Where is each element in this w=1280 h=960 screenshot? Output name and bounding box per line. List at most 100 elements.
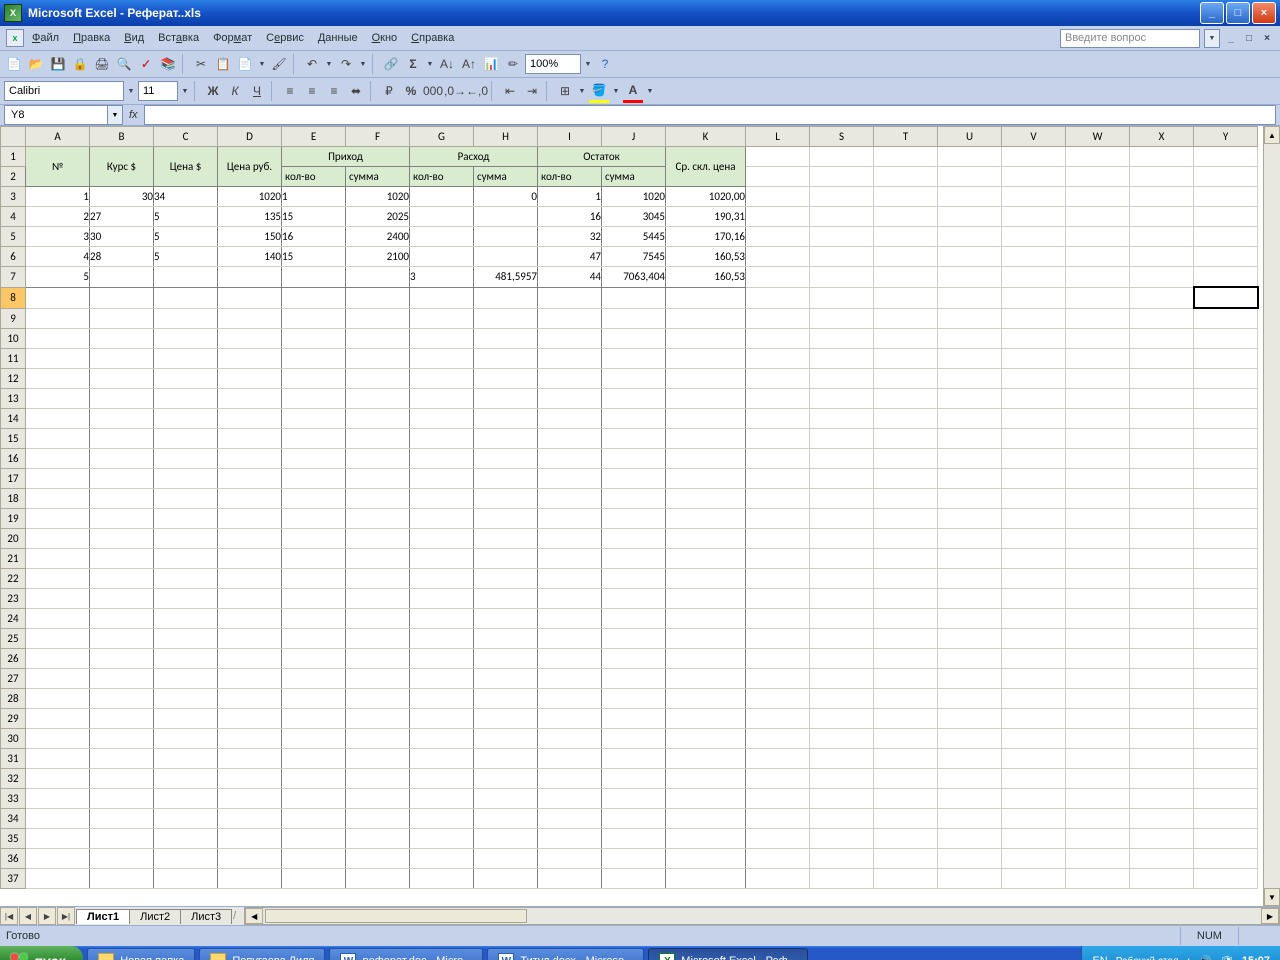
tab-nav-first[interactable]: |◀ (0, 907, 18, 925)
col-V[interactable]: V (1002, 127, 1066, 147)
cut-button[interactable]: ✂ (191, 54, 211, 74)
increase-indent-button[interactable]: ⇥ (522, 81, 542, 101)
row-5[interactable]: 5 (1, 227, 26, 247)
tray-chevron-icon[interactable]: ‹ (1187, 955, 1191, 960)
chart-wizard-button[interactable]: 📊 (481, 54, 501, 74)
menu-insert[interactable]: Вставка (158, 32, 199, 44)
zoom-box[interactable]: 100% (525, 54, 581, 74)
paste-button[interactable]: 📄 (235, 54, 255, 74)
align-right-button[interactable]: ≡ (324, 81, 344, 101)
autosum-dropdown[interactable]: ▼ (425, 61, 435, 68)
menu-data[interactable]: Данные (318, 32, 358, 44)
menu-file[interactable]: Файл (32, 32, 59, 44)
col-F[interactable]: F (346, 127, 410, 147)
hdr-r-kolvo[interactable]: кол-во (410, 167, 474, 187)
hdr-r-summa[interactable]: сумма (474, 167, 538, 187)
zoom-dropdown[interactable]: ▼ (583, 61, 593, 68)
hdr-ostatok[interactable]: Остаток (538, 147, 666, 167)
row-35[interactable]: 35 (1, 829, 26, 849)
col-Y[interactable]: Y (1194, 127, 1258, 147)
doc-restore-button[interactable]: □ (1242, 31, 1256, 45)
menu-window[interactable]: Окно (372, 32, 398, 44)
drawing-button[interactable]: ✏ (503, 54, 523, 74)
scroll-right-button[interactable]: ▶ (1261, 908, 1279, 924)
undo-button[interactable]: ↶ (302, 54, 322, 74)
menu-help[interactable]: Справка (411, 32, 454, 44)
increase-decimal-button[interactable]: ,0→ (445, 81, 465, 101)
merge-center-button[interactable]: ⬌ (346, 81, 366, 101)
col-S[interactable]: S (810, 127, 874, 147)
col-X[interactable]: X (1130, 127, 1194, 147)
tab-nav-prev[interactable]: ◀ (19, 907, 37, 925)
language-indicator[interactable]: EN (1092, 955, 1107, 960)
borders-dropdown[interactable]: ▼ (577, 88, 587, 95)
row-20[interactable]: 20 (1, 529, 26, 549)
col-C[interactable]: C (154, 127, 218, 147)
name-box[interactable]: Y8 (4, 105, 108, 125)
workbook-icon[interactable]: x (6, 29, 24, 47)
row-27[interactable]: 27 (1, 669, 26, 689)
row-4[interactable]: 4 (1, 207, 26, 227)
scroll-left-button[interactable]: ◀ (245, 908, 263, 924)
minimize-button[interactable]: _ (1200, 2, 1224, 24)
col-D[interactable]: D (218, 127, 282, 147)
spelling-button[interactable]: ✓ (136, 54, 156, 74)
align-left-button[interactable]: ≡ (280, 81, 300, 101)
row-2[interactable]: 2 (1, 167, 26, 187)
permission-button[interactable]: 🔒 (70, 54, 90, 74)
scroll-down-button[interactable]: ▼ (1264, 888, 1280, 906)
taskbar-item[interactable]: XMicrosoft Excel - Реф... (648, 948, 808, 960)
font-name-box[interactable]: Calibri (4, 81, 124, 101)
col-K[interactable]: K (666, 127, 746, 147)
row-11[interactable]: 11 (1, 349, 26, 369)
horizontal-scrollbar[interactable]: ◀ ▶ (244, 907, 1280, 925)
borders-button[interactable]: ⊞ (555, 81, 575, 101)
hdr-o-summa[interactable]: сумма (602, 167, 666, 187)
row-10[interactable]: 10 (1, 329, 26, 349)
row-12[interactable]: 12 (1, 369, 26, 389)
scroll-thumb[interactable] (265, 909, 527, 923)
sort-desc-button[interactable]: A↑ (459, 54, 479, 74)
col-I[interactable]: I (538, 127, 602, 147)
row-33[interactable]: 33 (1, 789, 26, 809)
underline-button[interactable]: Ч (247, 81, 267, 101)
comma-button[interactable]: 000 (423, 81, 443, 101)
row-24[interactable]: 24 (1, 609, 26, 629)
taskbar-item[interactable]: Попугаева Лиля (199, 948, 325, 960)
vertical-scrollbar[interactable]: ▲ ▼ (1263, 126, 1280, 906)
row-23[interactable]: 23 (1, 589, 26, 609)
menu-edit[interactable]: Правка (73, 32, 110, 44)
redo-dropdown[interactable]: ▼ (358, 61, 368, 68)
sheet-tab-3[interactable]: Лист3 (180, 909, 232, 924)
percent-button[interactable]: % (401, 81, 421, 101)
font-color-dropdown[interactable]: ▼ (645, 88, 655, 95)
autosum-button[interactable]: Σ (403, 54, 423, 74)
col-A[interactable]: A (26, 127, 90, 147)
row-19[interactable]: 19 (1, 509, 26, 529)
doc-close-button[interactable]: × (1260, 31, 1274, 45)
formula-input[interactable] (144, 105, 1276, 125)
row-9[interactable]: 9 (1, 308, 26, 329)
col-B[interactable]: B (90, 127, 154, 147)
italic-button[interactable]: К (225, 81, 245, 101)
menu-view[interactable]: Вид (124, 32, 144, 44)
tray-shield-icon[interactable]: 🛡 (1220, 955, 1234, 960)
open-button[interactable]: 📂 (26, 54, 46, 74)
hdr-prihod[interactable]: Приход (282, 147, 410, 167)
fx-label[interactable]: fx (129, 109, 138, 121)
print-button[interactable]: 🖨 (92, 54, 112, 74)
active-cell[interactable] (1194, 287, 1258, 308)
undo-dropdown[interactable]: ▼ (324, 61, 334, 68)
hdr-num[interactable]: № (26, 147, 90, 187)
row-37[interactable]: 37 (1, 869, 26, 889)
scroll-up-button[interactable]: ▲ (1264, 126, 1280, 144)
col-G[interactable]: G (410, 127, 474, 147)
hdr-sklad[interactable]: Ср. скл. цена (666, 147, 746, 187)
taskbar-item[interactable]: Новая папка (87, 948, 195, 960)
col-J[interactable]: J (602, 127, 666, 147)
row-28[interactable]: 28 (1, 689, 26, 709)
tab-nav-last[interactable]: ▶| (57, 907, 75, 925)
row-18[interactable]: 18 (1, 489, 26, 509)
start-button[interactable]: пуск (0, 946, 83, 960)
row-13[interactable]: 13 (1, 389, 26, 409)
